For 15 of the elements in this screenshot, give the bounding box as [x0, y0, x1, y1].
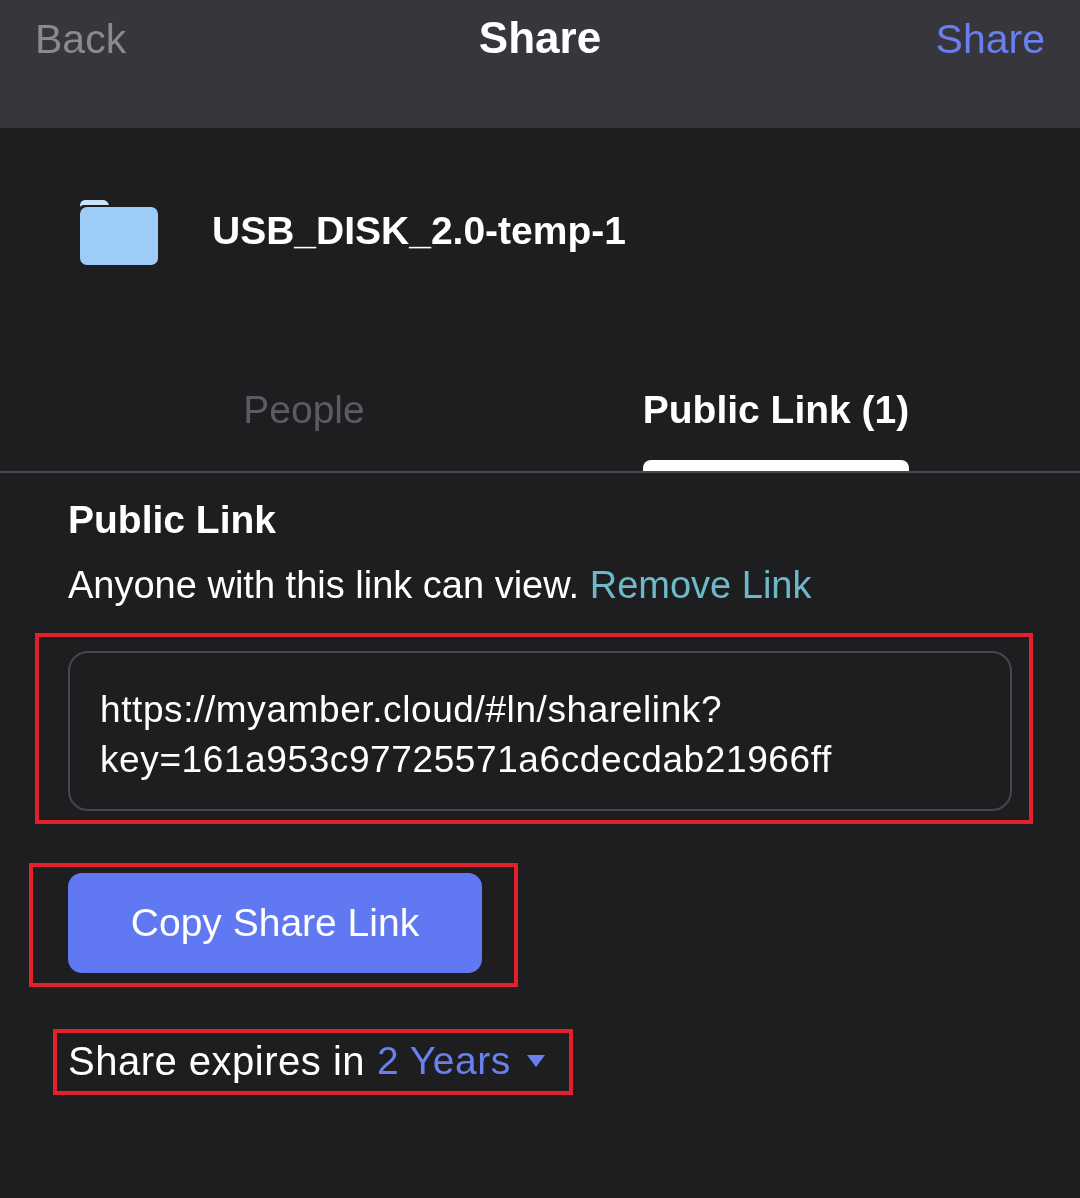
- tab[interactable]: Public Link (1): [642, 385, 910, 471]
- folder-icon: [80, 200, 158, 265]
- share-button[interactable]: Share: [935, 15, 1045, 63]
- copy-link-button[interactable]: Copy Share Link: [68, 873, 482, 973]
- back-button[interactable]: Back: [35, 15, 127, 63]
- section-heading: Public Link: [68, 497, 278, 543]
- caret-icon: [526, 1055, 545, 1067]
- link-description: Anyone with this link can view. Remove Link: [68, 563, 813, 608]
- expiry-label: Share expires in: [68, 1038, 366, 1085]
- folder-name: USB_DISK_2.0-temp-1: [212, 209, 626, 253]
- expiry-dropdown[interactable]: 2 Years: [377, 1039, 545, 1083]
- link-field[interactable]: https://myamber.cloud/#ln/sharelink?key=161a953c97725571a6cdecdab21966ff: [68, 651, 1012, 811]
- screen-title: Share: [478, 13, 602, 63]
- tab[interactable]: People: [243, 385, 365, 471]
- remove-link[interactable]: Remove Link: [589, 564, 812, 606]
